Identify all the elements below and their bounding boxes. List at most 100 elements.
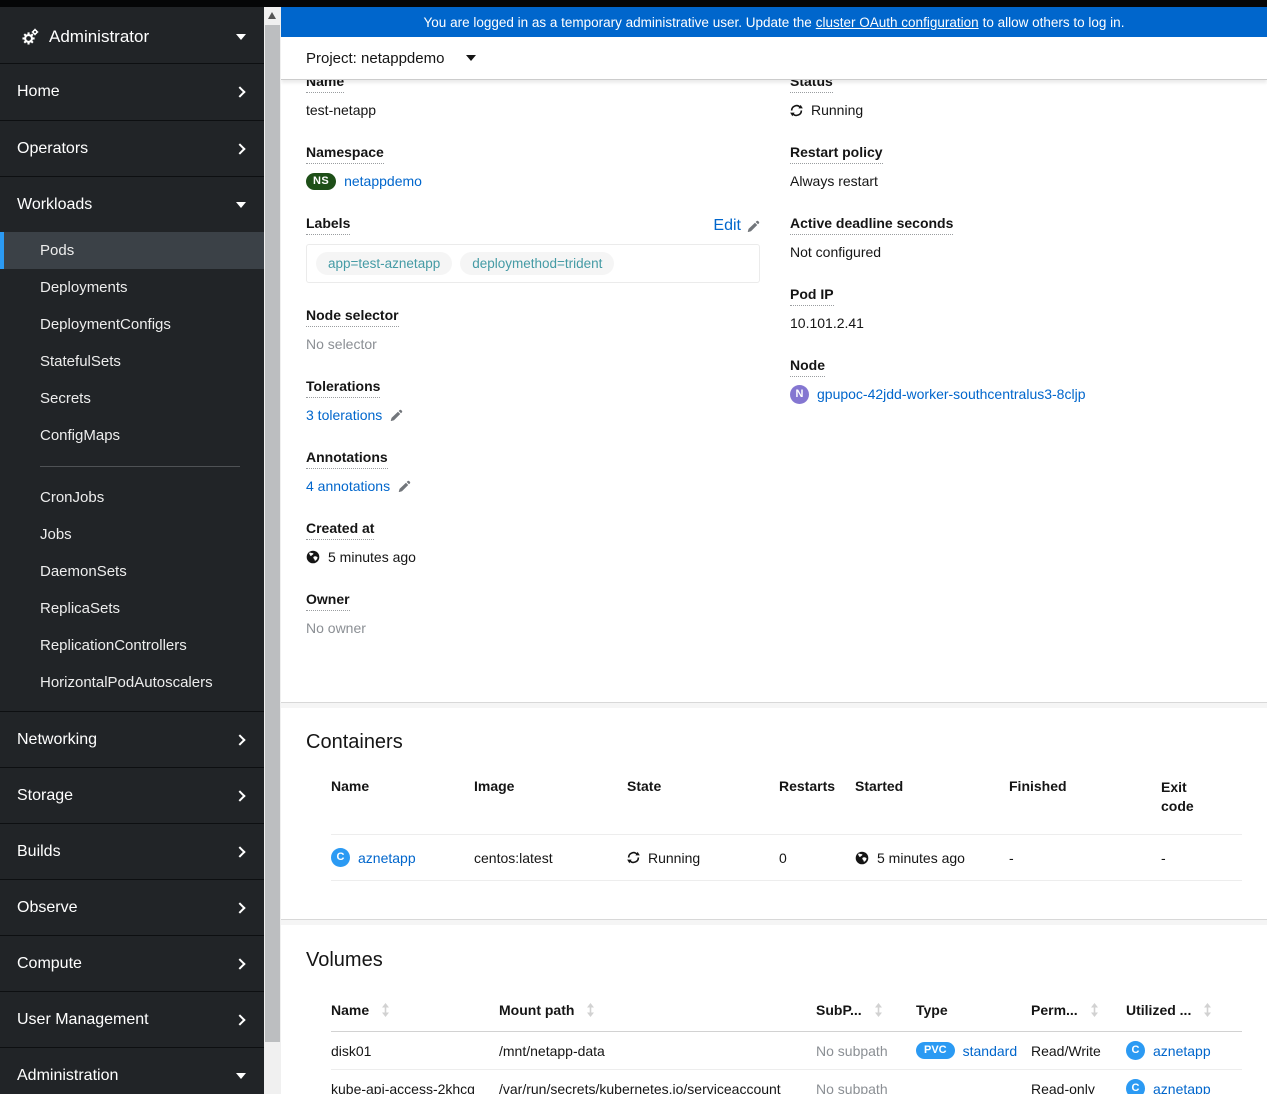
chevron-right-icon [234, 733, 246, 746]
section-divider [281, 702, 1267, 708]
pencil-icon[interactable] [398, 480, 411, 493]
volume-mount-path: /var/run/secrets/kubernetes.io/serviceac… [499, 1080, 781, 1094]
pencil-icon[interactable] [390, 409, 403, 422]
scroll-up-arrow[interactable] [268, 12, 276, 19]
sort-icon[interactable] [586, 1003, 595, 1017]
col-mount-path[interactable]: Mount path [499, 1002, 816, 1018]
sidebar-item-operators[interactable]: Operators [0, 120, 264, 176]
detail-status: Status Running [790, 80, 1242, 120]
col-utilized-label: Utilized ... [1126, 1002, 1192, 1018]
sidebar-item-pods[interactable]: Pods [0, 232, 264, 269]
sidebar-item-builds[interactable]: Builds [0, 823, 264, 879]
pvc-link[interactable]: standard [963, 1043, 1017, 1059]
utilized-by-link[interactable]: aznetapp [1153, 1043, 1211, 1059]
container-badge: C [1126, 1079, 1145, 1094]
project-label: Project: [306, 49, 357, 67]
node-term: Node [790, 357, 825, 377]
globe-icon [306, 550, 320, 564]
col-image: Image [474, 778, 515, 794]
sidebar-item-cronjobs[interactable]: CronJobs [0, 479, 264, 516]
pod-name-value: test-netapp [306, 102, 377, 118]
sidebar-item-secrets[interactable]: Secrets [0, 380, 264, 417]
col-subpath[interactable]: SubP... [816, 1002, 916, 1018]
sidebar-item-networking[interactable]: Networking [0, 711, 264, 767]
sidebar-item-storage[interactable]: Storage [0, 767, 264, 823]
label-pill[interactable]: app=test-aznetapp [316, 252, 453, 275]
sidebar-item-horizontalpodautoscalers[interactable]: HorizontalPodAutoscalers [0, 664, 264, 701]
col-name[interactable]: Name [331, 1002, 499, 1018]
sort-icon[interactable] [1090, 1003, 1099, 1017]
sidebar-item-jobs[interactable]: Jobs [0, 516, 264, 553]
sidebar-item-observe[interactable]: Observe [0, 879, 264, 935]
restart-policy-term: Restart policy [790, 144, 883, 164]
annotations-link[interactable]: 4 annotations [306, 476, 390, 496]
chevron-right-icon [234, 901, 246, 914]
annotations-term: Annotations [306, 449, 388, 469]
labels-box: app=test-aznetapp deploymethod=trident [306, 244, 760, 283]
top-black-strip [0, 0, 1267, 7]
container-exit-code: - [1161, 849, 1166, 866]
cluster-oauth-configuration-link[interactable]: cluster OAuth configuration [816, 15, 979, 30]
sort-icon[interactable] [381, 1003, 390, 1017]
pod-details-section: Name test-netapp Namespace NS netappdemo… [281, 80, 1267, 702]
chevron-down-icon [236, 1072, 246, 1079]
vertical-scrollbar[interactable] [264, 7, 281, 1094]
tolerations-link[interactable]: 3 tolerations [306, 405, 382, 425]
sidebar-item-administration[interactable]: Administration [0, 1047, 264, 1094]
main-area: You are logged in as a temporary adminis… [281, 7, 1267, 1094]
volume-permissions: Read-only [1031, 1080, 1095, 1094]
project-value: netappdemo [361, 49, 445, 67]
container-state: Running [648, 849, 701, 866]
volume-subpath: No subpath [816, 1042, 888, 1059]
detail-annotations: Annotations 4 annotations [306, 449, 790, 496]
label-pill[interactable]: deploymethod=trident [460, 252, 615, 275]
container-image: centos:latest [474, 849, 553, 866]
active-deadline-term: Active deadline seconds [790, 215, 954, 235]
sidebar-item-configmaps[interactable]: ConfigMaps [0, 417, 264, 454]
status-badge: Running [790, 100, 1242, 120]
sidebar-item-deploymentconfigs[interactable]: DeploymentConfigs [0, 306, 264, 343]
volume-row: disk01 /mnt/netapp-data No subpath PVC s… [331, 1032, 1242, 1070]
edit-labels-button[interactable]: Edit [713, 217, 760, 235]
namespace-link[interactable]: netappdemo [344, 171, 422, 191]
sidebar-item-statefulsets[interactable]: StatefulSets [0, 343, 264, 380]
sort-icon[interactable] [1203, 1003, 1212, 1017]
tolerations-term: Tolerations [306, 378, 381, 398]
sidebar-item-replicationcontrollers[interactable]: ReplicationControllers [0, 627, 264, 664]
perspective-switcher[interactable]: Administrator [0, 7, 264, 64]
owner-value: No owner [306, 620, 366, 636]
sidebar-item-compute[interactable]: Compute [0, 935, 264, 991]
details-left-column: Name test-netapp Namespace NS netappdemo… [306, 80, 790, 662]
scrollbar-thumb[interactable] [265, 25, 280, 1042]
gears-icon [20, 28, 39, 47]
sidebar-item-replicasets[interactable]: ReplicaSets [0, 590, 264, 627]
utilized-by-link[interactable]: aznetapp [1153, 1081, 1211, 1094]
detail-labels: Labels Edit app=test-aznetapp deploymeth… [306, 215, 790, 283]
sidebar-item-user-management[interactable]: User Management [0, 991, 264, 1047]
col-type[interactable]: Type [916, 1002, 1031, 1018]
volumes-table: Name Mount path SubP... Type Perm... Uti… [331, 1002, 1242, 1094]
container-badge: C [331, 848, 350, 867]
chevron-down-icon [236, 201, 246, 208]
detail-namespace: Namespace NS netappdemo [306, 144, 790, 191]
sidebar-item-home[interactable]: Home [0, 64, 264, 120]
created-at-value: 5 minutes ago [328, 549, 416, 565]
chevron-right-icon [234, 845, 246, 858]
col-finished: Finished [1009, 778, 1067, 794]
sidebar-item-daemonsets[interactable]: DaemonSets [0, 553, 264, 590]
col-utilized[interactable]: Utilized ... [1126, 1002, 1242, 1018]
project-selector[interactable]: Project: netappdemo [281, 37, 1267, 80]
col-state: State [627, 778, 662, 794]
sort-icon[interactable] [874, 1003, 883, 1017]
chevron-down-icon [466, 55, 477, 61]
col-permissions[interactable]: Perm... [1031, 1002, 1126, 1018]
pencil-icon [747, 220, 760, 233]
container-link[interactable]: aznetapp [358, 850, 416, 866]
section-divider [281, 919, 1267, 925]
container-finished: - [1009, 849, 1014, 866]
sidebar-item-deployments[interactable]: Deployments [0, 269, 264, 306]
node-link[interactable]: gpupoc-42jdd-worker-southcentralus3-8clj… [817, 384, 1085, 404]
sidebar-item-workloads[interactable]: Workloads [0, 176, 264, 232]
detail-tolerations: Tolerations 3 tolerations [306, 378, 790, 425]
volumes-title: Volumes [306, 949, 383, 971]
